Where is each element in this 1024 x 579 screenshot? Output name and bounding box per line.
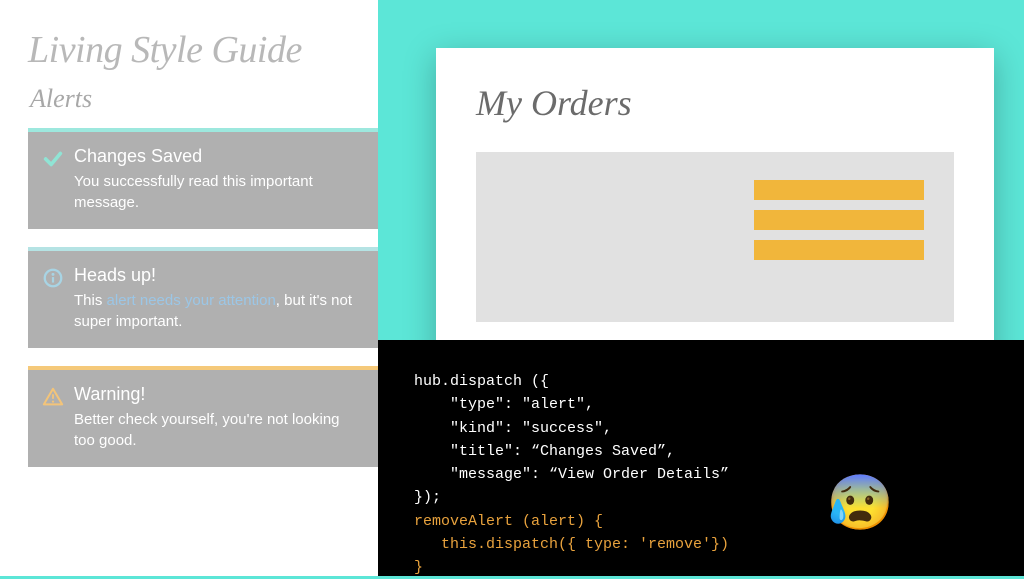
- alert-message: You successfully read this important mes…: [74, 171, 364, 213]
- warning-icon: [42, 386, 64, 408]
- alert-message: Better check yourself, you're not lookin…: [74, 409, 364, 451]
- code-line: "kind": "success",: [414, 417, 988, 440]
- code-snippet: hub.dispatch ({ "type": "alert", "kind":…: [378, 340, 1024, 576]
- code-line: "type": "alert",: [414, 393, 988, 416]
- orders-title: My Orders: [476, 82, 954, 124]
- code-line: "title": “Changes Saved”,: [414, 440, 988, 463]
- styleguide-panel: Living Style Guide Alerts Changes Saved …: [0, 0, 378, 576]
- order-action-button[interactable]: [754, 180, 924, 200]
- alert-info: Heads up! This alert needs your attentio…: [28, 247, 378, 348]
- code-line: "message": “View Order Details”: [414, 463, 988, 486]
- alert-warning: Warning! Better check yourself, you're n…: [28, 366, 378, 467]
- code-line: this.dispatch({ type: 'remove'}): [414, 533, 988, 556]
- alert-title: Warning!: [74, 384, 364, 405]
- anxious-emoji-icon: 😰: [827, 466, 894, 550]
- section-subtitle: Alerts: [30, 84, 378, 114]
- code-line: hub.dispatch ({: [414, 370, 988, 393]
- alert-title: Changes Saved: [74, 146, 364, 167]
- alert-success: Changes Saved You successfully read this…: [28, 128, 378, 229]
- alert-message: This alert needs your attention, but it'…: [74, 290, 364, 332]
- alert-link[interactable]: alert needs your attention: [107, 292, 276, 309]
- order-action-button[interactable]: [754, 210, 924, 230]
- order-action-button[interactable]: [754, 240, 924, 260]
- alert-text: This: [74, 292, 107, 309]
- alert-title: Heads up!: [74, 265, 364, 286]
- code-line: removeAlert (alert) {: [414, 510, 988, 533]
- page-title: Living Style Guide: [28, 28, 378, 72]
- info-icon: [42, 267, 64, 289]
- order-placeholder: [476, 152, 954, 322]
- code-line: });: [414, 486, 988, 509]
- check-icon: [42, 148, 64, 170]
